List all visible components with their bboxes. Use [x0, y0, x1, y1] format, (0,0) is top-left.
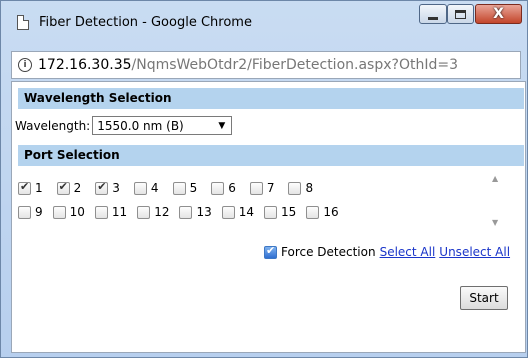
port-label: 10	[69, 205, 85, 219]
scroll-up-arrow-icon[interactable]: ▲	[492, 174, 498, 183]
port-label: 16	[323, 205, 339, 219]
checkbox-icon[interactable]	[249, 181, 263, 195]
address-bar[interactable]: i 172.16.30.35/NqmsWebOtdr2/FiberDetecti…	[11, 51, 521, 79]
dropdown-arrow-icon: ▼	[218, 120, 226, 131]
force-detection-checkbox[interactable]	[264, 244, 277, 259]
port-label: 2	[73, 181, 82, 195]
port-checkbox[interactable]: 9	[18, 205, 43, 219]
checkbox-icon[interactable]	[133, 181, 147, 195]
scroll-down-arrow-icon[interactable]: ▼	[492, 218, 498, 227]
port-section-header: Port Selection	[18, 145, 524, 166]
window-title: Fiber Detection - Google Chrome	[39, 15, 252, 30]
port-checkbox[interactable]: 7	[249, 181, 275, 195]
port-label: 1	[35, 181, 43, 195]
port-label: 13	[196, 205, 212, 219]
checkbox-icon[interactable]	[172, 181, 186, 195]
wavelength-select[interactable]: 1550.0 nm (B) ▼	[92, 116, 233, 135]
select-all-link[interactable]: Select All	[380, 245, 436, 259]
port-label: 5	[189, 181, 198, 195]
url-path: /NqmsWebOtdr2/FiberDetection.aspx?OthId=…	[131, 57, 458, 73]
port-checkbox[interactable]: 14	[221, 205, 255, 219]
checkbox-icon[interactable]	[137, 205, 151, 219]
maximize-icon	[455, 9, 466, 19]
wavelength-selected-value: 1550.0 nm (B)	[97, 118, 184, 133]
port-checkbox[interactable]: 1	[18, 180, 43, 195]
checkbox-icon[interactable]	[94, 205, 108, 219]
port-label: 8	[305, 181, 314, 195]
checkbox-icon[interactable]	[264, 205, 278, 219]
checkbox-icon[interactable]	[179, 205, 193, 219]
wavelength-section-header: Wavelength Selection	[18, 88, 524, 109]
port-checkbox[interactable]: 13	[179, 205, 212, 219]
port-label: 9	[35, 205, 43, 219]
port-checkbox[interactable]: 15	[264, 205, 296, 219]
checkbox-icon[interactable]	[288, 181, 302, 195]
close-icon: X	[493, 6, 504, 22]
url-host: 172.16.30.35	[38, 57, 132, 73]
port-checkbox[interactable]: 11	[94, 205, 128, 219]
port-checkbox[interactable]: 3	[95, 180, 120, 195]
start-button[interactable]: Start	[460, 286, 508, 310]
info-icon[interactable]: i	[18, 58, 32, 72]
port-scrollbar[interactable]: ▲ ▼	[490, 174, 504, 234]
checkbox-icon[interactable]	[95, 180, 109, 195]
checkbox-icon[interactable]	[211, 181, 225, 195]
checkbox-icon[interactable]	[221, 205, 235, 219]
close-button[interactable]: X	[475, 4, 522, 24]
port-checkbox[interactable]: 4	[133, 181, 159, 195]
port-checkbox[interactable]: 12	[137, 205, 169, 219]
browser-window: Fiber Detection - Google Chrome X i 172.…	[0, 0, 528, 358]
port-checkbox-grid: 1 2 3 4 5 6 7 8 9 10 11 12 13 14 15 16	[18, 176, 478, 224]
wavelength-label: Wavelength:	[15, 118, 91, 133]
page-content: Wavelength Selection Wavelength: 1550.0 …	[11, 81, 526, 353]
port-checkbox[interactable]: 10	[52, 205, 85, 219]
port-checkbox[interactable]: 16	[306, 205, 339, 219]
port-label: 11	[111, 205, 128, 219]
detection-controls: Force Detection Select All Unselect All	[264, 244, 510, 259]
unselect-all-link[interactable]: Unselect All	[439, 245, 510, 259]
port-row-2: 9 10 11 12 13 14 15 16	[18, 200, 478, 224]
minimize-icon	[428, 16, 438, 20]
port-row-1: 1 2 3 4 5 6 7 8	[18, 176, 478, 200]
page-icon	[17, 15, 29, 30]
port-checkbox[interactable]: 8	[288, 181, 313, 195]
port-label: 14	[238, 205, 255, 219]
port-label: 7	[266, 181, 275, 195]
port-checkbox[interactable]: 5	[172, 181, 198, 195]
port-label: 4	[150, 181, 159, 195]
port-label: 12	[154, 205, 170, 219]
title-bar[interactable]: Fiber Detection - Google Chrome X	[1, 1, 527, 45]
force-detection-label[interactable]: Force Detection	[281, 245, 376, 259]
port-label: 15	[281, 205, 297, 219]
checkbox-icon[interactable]	[56, 180, 70, 195]
port-label: 6	[228, 181, 236, 195]
wavelength-row: Wavelength: 1550.0 nm (B) ▼	[15, 116, 233, 135]
minimize-button[interactable]	[419, 4, 447, 24]
checkbox-icon[interactable]	[306, 205, 320, 219]
port-checkbox[interactable]: 6	[211, 181, 236, 195]
maximize-button[interactable]	[447, 4, 474, 24]
port-label: 3	[112, 181, 120, 195]
port-checkbox[interactable]: 2	[56, 180, 82, 195]
checkbox-icon[interactable]	[52, 205, 66, 219]
checkbox-icon[interactable]	[18, 205, 31, 219]
checkbox-icon[interactable]	[18, 180, 31, 195]
